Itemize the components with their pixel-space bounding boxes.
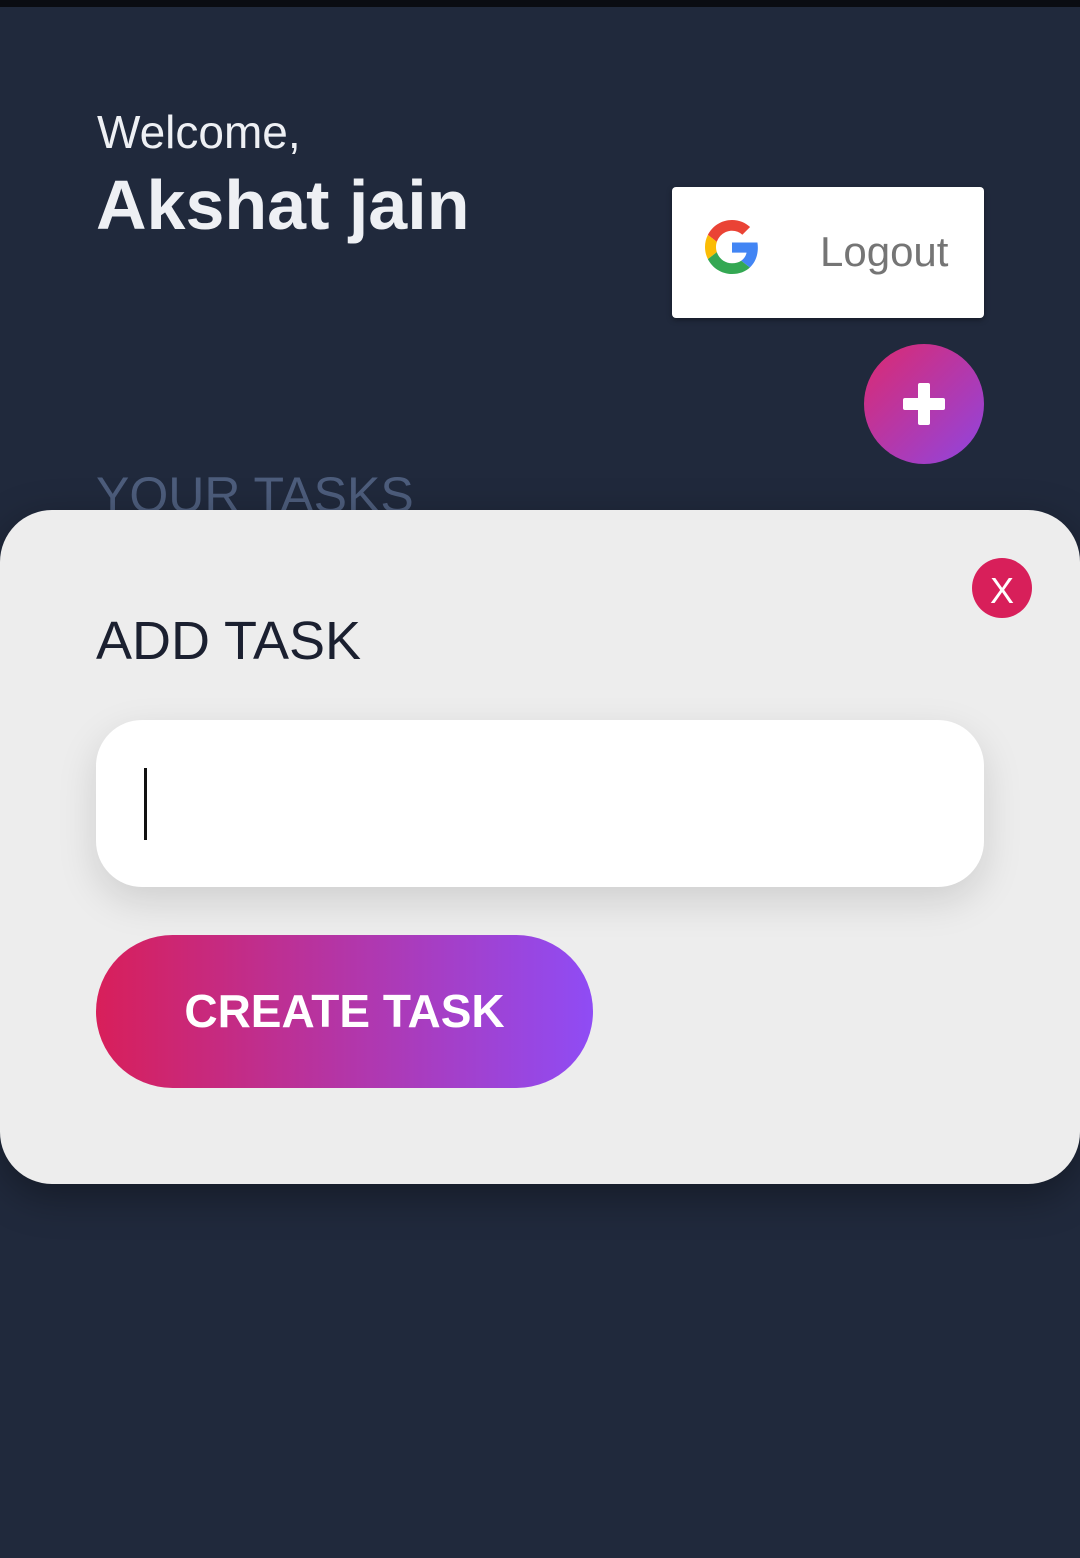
add-task-fab-button[interactable] <box>864 344 984 464</box>
welcome-greeting: Welcome, <box>97 106 301 158</box>
status-bar-strip <box>0 0 1080 7</box>
modal-title: ADD TASK <box>96 611 362 671</box>
text-caret <box>144 768 147 840</box>
logout-label: Logout <box>820 228 949 275</box>
google-g-icon <box>705 220 759 274</box>
create-task-button[interactable]: CREATE TASK <box>96 935 593 1088</box>
user-name: Akshat jain <box>96 166 470 244</box>
google-logout-button[interactable]: Logout <box>672 187 984 318</box>
task-input-container <box>96 720 984 887</box>
task-name-input[interactable] <box>96 720 984 887</box>
close-modal-button[interactable]: X <box>972 558 1032 618</box>
add-task-modal: X ADD TASK CREATE TASK <box>0 510 1080 1184</box>
